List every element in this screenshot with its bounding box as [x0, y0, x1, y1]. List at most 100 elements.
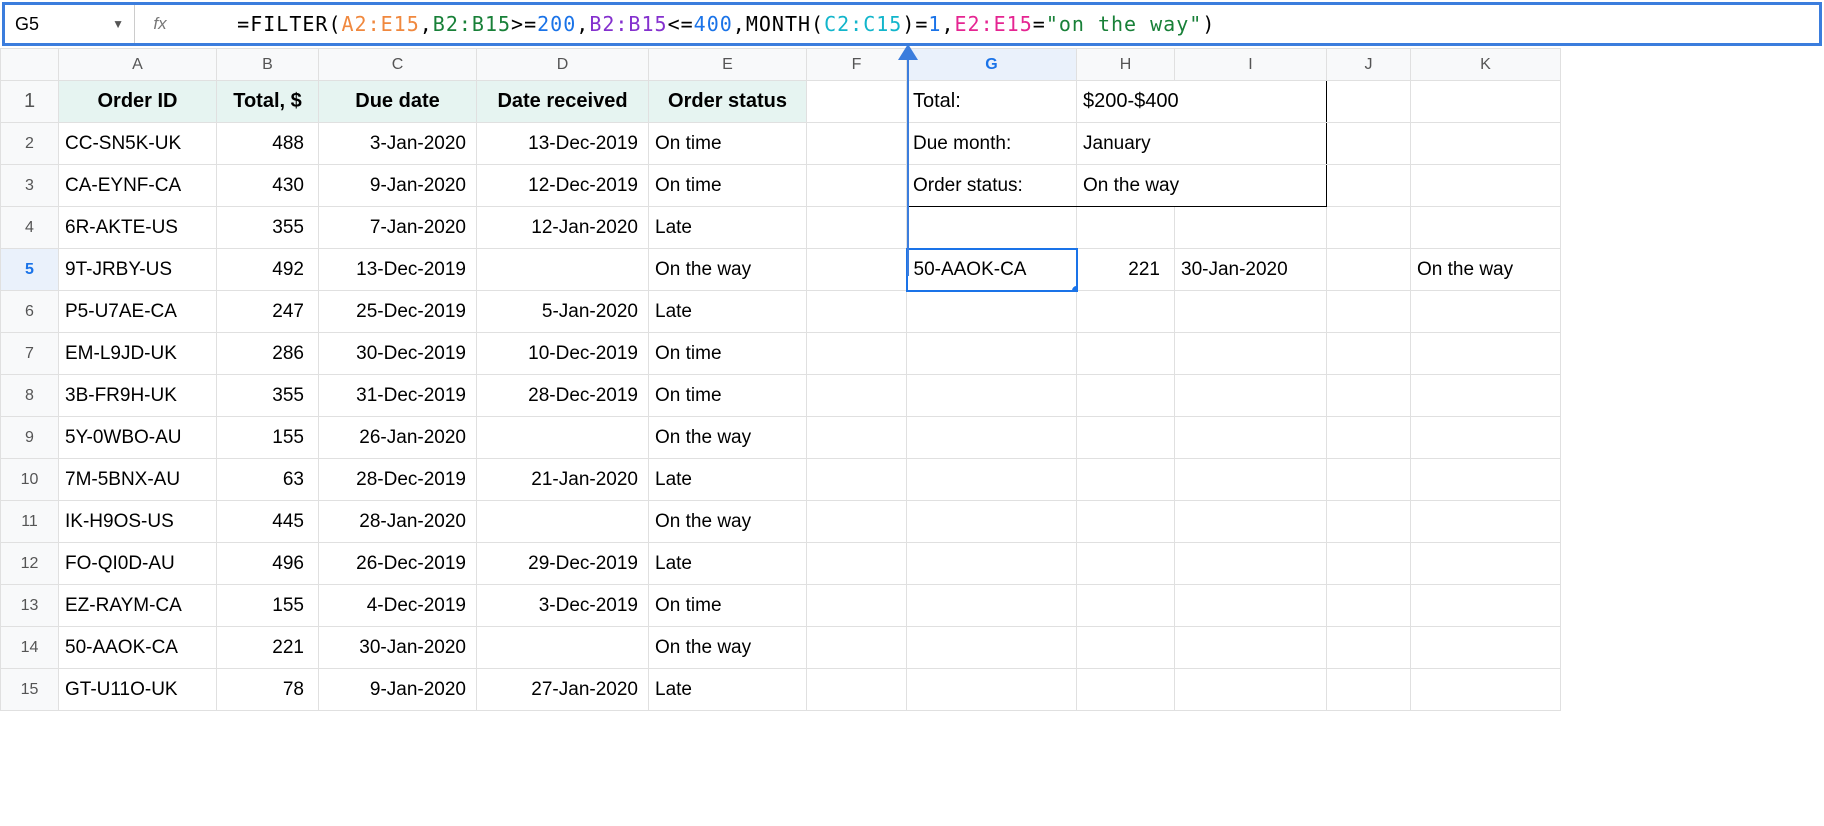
- cell[interactable]: [1411, 375, 1561, 417]
- cell[interactable]: [1077, 459, 1175, 501]
- cell[interactable]: [1327, 291, 1411, 333]
- cell[interactable]: [1327, 333, 1411, 375]
- cell[interactable]: [477, 501, 649, 543]
- cell[interactable]: [1175, 585, 1327, 627]
- cell[interactable]: 28-Dec-2019: [319, 459, 477, 501]
- cell[interactable]: 50-AAOK-CA: [59, 627, 217, 669]
- col-header-K[interactable]: K: [1411, 49, 1561, 81]
- cell[interactable]: 31-Dec-2019: [319, 375, 477, 417]
- cell[interactable]: On time: [649, 585, 807, 627]
- cell[interactable]: [807, 165, 907, 207]
- header-date-received[interactable]: Date received: [477, 81, 649, 123]
- cell[interactable]: 355: [217, 207, 319, 249]
- cell[interactable]: [1327, 81, 1411, 123]
- cell[interactable]: [1175, 375, 1327, 417]
- cell[interactable]: [807, 501, 907, 543]
- cell[interactable]: EZ-RAYM-CA: [59, 585, 217, 627]
- cell[interactable]: [1175, 459, 1327, 501]
- cell[interactable]: On time: [649, 165, 807, 207]
- cell[interactable]: Late: [649, 459, 807, 501]
- cell[interactable]: On the way: [649, 627, 807, 669]
- cell[interactable]: 7-Jan-2020: [319, 207, 477, 249]
- cell[interactable]: Late: [649, 543, 807, 585]
- row-header-4[interactable]: 4: [1, 207, 59, 249]
- header-order-status[interactable]: Order status: [649, 81, 807, 123]
- cell[interactable]: Late: [649, 669, 807, 711]
- cell[interactable]: On time: [649, 375, 807, 417]
- cell[interactable]: [1175, 627, 1327, 669]
- cell[interactable]: [907, 585, 1077, 627]
- cell[interactable]: [1175, 669, 1327, 711]
- cell[interactable]: 9-Jan-2020: [319, 165, 477, 207]
- row-header-12[interactable]: 12: [1, 543, 59, 585]
- cell[interactable]: FO-QI0D-AU: [59, 543, 217, 585]
- cell[interactable]: 7M-5BNX-AU: [59, 459, 217, 501]
- header-due-date[interactable]: Due date: [319, 81, 477, 123]
- cell[interactable]: [1077, 207, 1175, 249]
- cell[interactable]: [1411, 81, 1561, 123]
- cell[interactable]: 13-Dec-2019: [319, 249, 477, 291]
- cell[interactable]: 21-Jan-2020: [477, 459, 649, 501]
- cell[interactable]: 3-Jan-2020: [319, 123, 477, 165]
- cell[interactable]: 63: [217, 459, 319, 501]
- cell[interactable]: [1411, 417, 1561, 459]
- cell[interactable]: 26-Jan-2020: [319, 417, 477, 459]
- result-I5[interactable]: 30-Jan-2020: [1175, 249, 1327, 291]
- formula-input[interactable]: =FILTER(A2:E15,B2:B15>=200,B2:B15<=400,M…: [185, 0, 1215, 60]
- cell[interactable]: [807, 459, 907, 501]
- cell[interactable]: [1327, 627, 1411, 669]
- cell[interactable]: 30-Dec-2019: [319, 333, 477, 375]
- name-box[interactable]: G5 ▼: [5, 5, 135, 43]
- cell[interactable]: 78: [217, 669, 319, 711]
- cell[interactable]: 12-Dec-2019: [477, 165, 649, 207]
- cell[interactable]: [1327, 543, 1411, 585]
- cell[interactable]: 355: [217, 375, 319, 417]
- cell[interactable]: [1411, 585, 1561, 627]
- spreadsheet-grid[interactable]: A B C D E F G H I J K 1 Order ID Total, …: [0, 48, 1561, 711]
- select-all-corner[interactable]: [1, 49, 59, 81]
- active-cell-G5[interactable]: 50-AAOK-CA: [907, 249, 1077, 291]
- cell[interactable]: [1411, 165, 1561, 207]
- cell[interactable]: [1411, 669, 1561, 711]
- cell[interactable]: 13-Dec-2019: [477, 123, 649, 165]
- cell[interactable]: IK-H9OS-US: [59, 501, 217, 543]
- cell[interactable]: [1175, 501, 1327, 543]
- cell[interactable]: [1077, 627, 1175, 669]
- cell[interactable]: 29-Dec-2019: [477, 543, 649, 585]
- row-header-7[interactable]: 7: [1, 333, 59, 375]
- cell[interactable]: [907, 375, 1077, 417]
- cell[interactable]: [807, 627, 907, 669]
- cell[interactable]: 3B-FR9H-UK: [59, 375, 217, 417]
- cell[interactable]: [1175, 417, 1327, 459]
- cell[interactable]: [1077, 501, 1175, 543]
- cell[interactable]: 10-Dec-2019: [477, 333, 649, 375]
- cell[interactable]: 28-Dec-2019: [477, 375, 649, 417]
- cell[interactable]: 496: [217, 543, 319, 585]
- cell[interactable]: [1327, 165, 1411, 207]
- cell[interactable]: 26-Dec-2019: [319, 543, 477, 585]
- cell[interactable]: [807, 333, 907, 375]
- cell[interactable]: 5-Jan-2020: [477, 291, 649, 333]
- row-header-1[interactable]: 1: [1, 81, 59, 123]
- cell[interactable]: [1327, 585, 1411, 627]
- cell[interactable]: [1327, 207, 1411, 249]
- result-K5[interactable]: On the way: [1411, 249, 1561, 291]
- cell[interactable]: [807, 417, 907, 459]
- result-H5[interactable]: 221: [1077, 249, 1175, 291]
- cell[interactable]: [1077, 417, 1175, 459]
- cell[interactable]: Late: [649, 291, 807, 333]
- cell[interactable]: 155: [217, 417, 319, 459]
- cell[interactable]: [807, 375, 907, 417]
- criteria-status-label[interactable]: Order status:: [907, 165, 1077, 207]
- name-box-dropdown-icon[interactable]: ▼: [112, 17, 124, 31]
- row-header-6[interactable]: 6: [1, 291, 59, 333]
- criteria-month-value[interactable]: January: [1077, 123, 1327, 165]
- cell[interactable]: [1175, 291, 1327, 333]
- cell[interactable]: [807, 291, 907, 333]
- cell[interactable]: [1327, 417, 1411, 459]
- cell[interactable]: [807, 123, 907, 165]
- cell[interactable]: [907, 207, 1077, 249]
- cell[interactable]: [807, 207, 907, 249]
- cell[interactable]: [1077, 543, 1175, 585]
- cell[interactable]: GT-U11O-UK: [59, 669, 217, 711]
